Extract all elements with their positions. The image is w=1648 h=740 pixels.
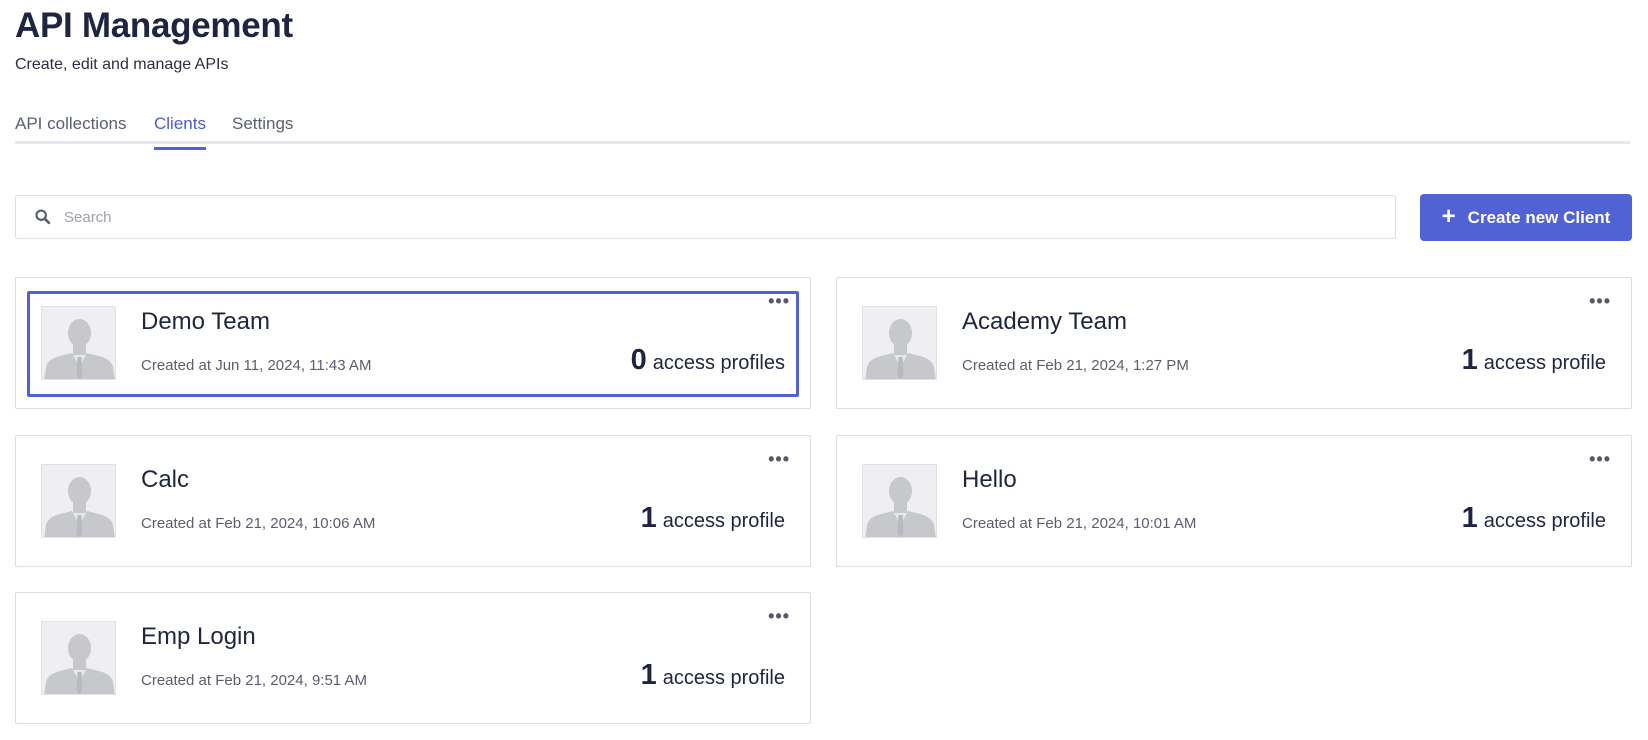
access-profile-number: 1 — [1461, 502, 1478, 534]
tab-api-collections[interactable]: API collections — [15, 114, 127, 144]
page-subtitle: Create, edit and manage APIs — [15, 56, 229, 73]
access-profile-label: access profile — [1483, 352, 1606, 374]
more-options-icon[interactable]: ••• — [768, 292, 790, 310]
plus-icon: + — [1441, 202, 1456, 230]
access-profile-count: 1 access profile — [641, 502, 785, 535]
client-created-date: Created at Feb 21, 2024, 10:01 AM — [962, 515, 1197, 532]
client-card[interactable]: ••• Calc Created at Feb 21, 2024, 10:06 … — [15, 435, 811, 567]
page-title: API Management — [15, 6, 293, 45]
create-new-client-label: Create new Client — [1467, 207, 1611, 227]
access-profile-count: 1 access profile — [1462, 344, 1606, 377]
client-card[interactable]: ••• Academy Team Created at Feb 21, 2024… — [836, 277, 1632, 409]
access-profile-label: access profile — [662, 667, 785, 689]
client-card[interactable]: ••• Demo Team Created at Jun 11, 2024, 1… — [15, 277, 811, 409]
access-profile-number: 1 — [640, 659, 657, 691]
client-card[interactable]: ••• Emp Login Created at Feb 21, 2024, 9… — [15, 592, 811, 724]
more-options-icon[interactable]: ••• — [1589, 450, 1611, 468]
more-options-icon[interactable]: ••• — [768, 450, 790, 468]
access-profile-number: 1 — [640, 502, 657, 534]
access-profile-count: 1 access profile — [641, 659, 785, 692]
client-name: Hello — [962, 466, 1017, 493]
client-name: Calc — [141, 466, 190, 493]
client-name: Academy Team — [962, 308, 1127, 335]
avatar-placeholder-icon — [862, 464, 937, 538]
client-created-date: Created at Feb 21, 2024, 1:27 PM — [962, 357, 1189, 374]
more-options-icon[interactable]: ••• — [768, 607, 790, 625]
access-profile-label: access profile — [1483, 510, 1606, 532]
client-created-date: Created at Feb 21, 2024, 10:06 AM — [141, 515, 376, 532]
tab-bar: API collections Clients Settings — [15, 106, 1630, 150]
client-name: Emp Login — [141, 623, 256, 650]
access-profile-label: access profile — [662, 510, 785, 532]
client-created-date: Created at Feb 21, 2024, 9:51 AM — [141, 672, 367, 689]
more-options-icon[interactable]: ••• — [1589, 292, 1611, 310]
search-input[interactable] — [64, 208, 1395, 226]
search-box[interactable] — [15, 195, 1396, 239]
avatar-placeholder-icon — [41, 621, 116, 695]
access-profile-count: 0 access profiles — [631, 344, 785, 377]
access-profile-label: access profiles — [652, 352, 785, 374]
search-icon — [35, 209, 51, 225]
access-profile-number: 0 — [630, 344, 647, 376]
tab-clients[interactable]: Clients — [154, 114, 206, 150]
tab-settings[interactable]: Settings — [232, 114, 293, 144]
create-new-client-button[interactable]: + Create new Client — [1420, 194, 1632, 241]
avatar-placeholder-icon — [862, 306, 937, 380]
avatar-placeholder-icon — [41, 464, 116, 538]
client-name: Demo Team — [141, 308, 270, 335]
client-created-date: Created at Jun 11, 2024, 11:43 AM — [141, 357, 372, 374]
client-card[interactable]: ••• Hello Created at Feb 21, 2024, 10:01… — [836, 435, 1632, 567]
access-profile-count: 1 access profile — [1462, 502, 1606, 535]
avatar-placeholder-icon — [41, 306, 116, 380]
access-profile-number: 1 — [1461, 344, 1478, 376]
